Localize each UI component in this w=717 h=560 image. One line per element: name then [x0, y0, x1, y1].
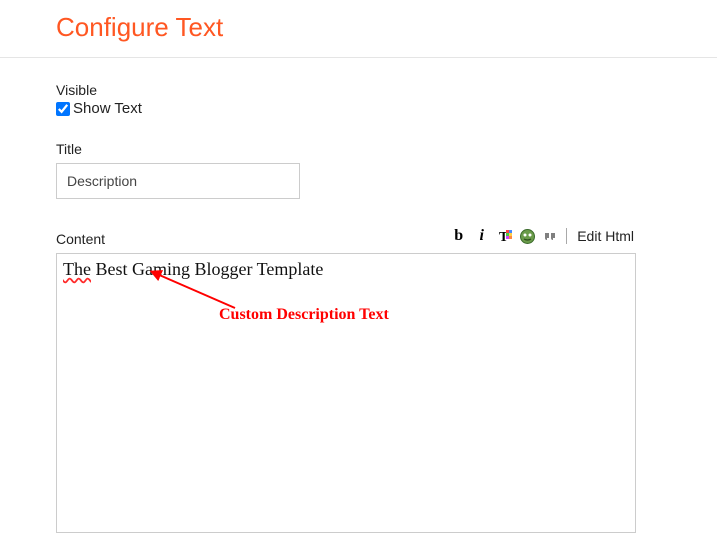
annotation-text: Custom Description Text: [219, 306, 389, 324]
quote-button[interactable]: [539, 225, 562, 247]
title-label: Title: [56, 141, 717, 157]
editor-content: The Best Gaming Blogger Template: [63, 259, 323, 279]
visible-label: Visible: [56, 82, 717, 98]
text-color-button[interactable]: T: [493, 225, 516, 247]
italic-button[interactable]: i: [470, 225, 493, 247]
form-area: Visible Show Text Title Content b i T: [0, 58, 717, 533]
quote-icon: [542, 228, 559, 245]
bold-button[interactable]: b: [447, 225, 470, 247]
text-color-icon: T: [496, 228, 513, 245]
visible-section: Visible Show Text: [56, 82, 717, 117]
spellcheck-word: The: [63, 259, 91, 279]
editor-rest: Best Gaming Blogger Template: [91, 259, 323, 279]
content-header: Content b i T: [56, 225, 636, 247]
show-text-label: Show Text: [73, 100, 142, 117]
content-editor[interactable]: The Best Gaming Blogger Template Custom …: [56, 253, 636, 533]
content-section: Content b i T: [56, 225, 717, 533]
edit-html-link[interactable]: Edit Html: [575, 228, 636, 244]
checkbox-row: Show Text: [56, 100, 717, 117]
editor-toolbar: b i T: [447, 225, 636, 247]
insert-image-icon: [519, 228, 536, 245]
page-title: Configure Text: [0, 0, 717, 57]
title-input[interactable]: [56, 163, 300, 199]
title-section: Title: [56, 141, 717, 199]
content-label: Content: [56, 231, 105, 247]
insert-image-button[interactable]: [516, 225, 539, 247]
toolbar-separator: [566, 228, 567, 244]
show-text-checkbox[interactable]: [56, 102, 70, 116]
